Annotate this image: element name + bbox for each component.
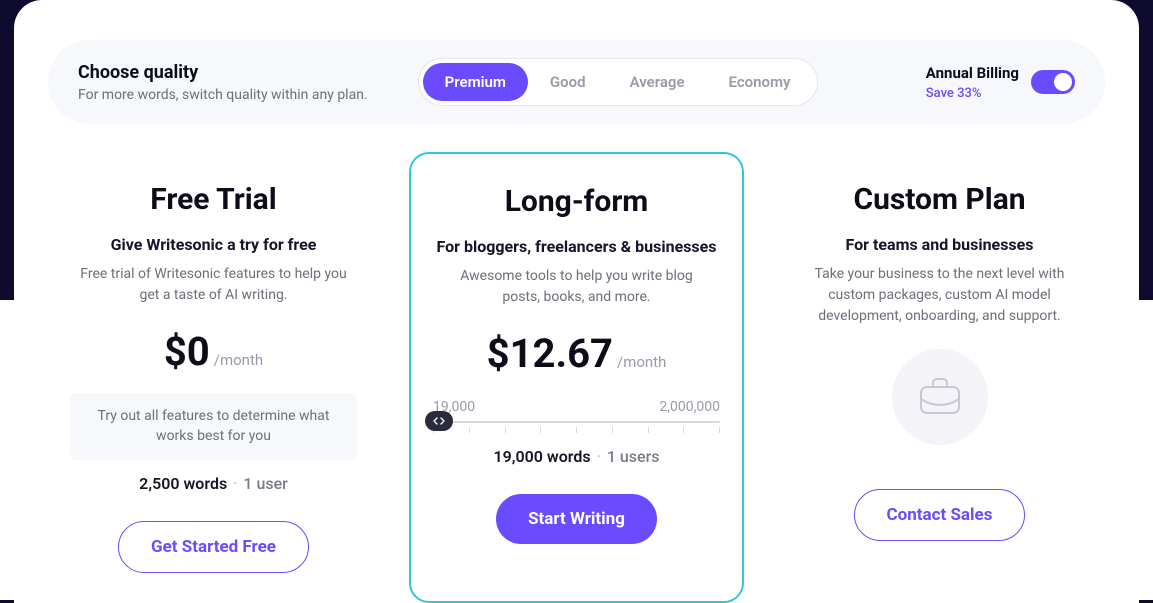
slider-max-label: 2,000,000 [659, 399, 720, 415]
quality-heading: Choose quality For more words, switch qu… [78, 62, 368, 103]
plan-free-trial: Free Trial Give Writesonic a try for fre… [48, 152, 379, 603]
plans-row: Free Trial Give Writesonic a try for fre… [48, 152, 1105, 603]
plan-desc: Free trial of Writesonic features to hel… [70, 264, 357, 306]
segment-average[interactable]: Average [608, 63, 707, 101]
plan-title: Long-form [433, 184, 720, 219]
segment-economy[interactable]: Economy [707, 63, 813, 101]
plan-meta: 19,000 words·1 users [433, 447, 720, 466]
pricing-card: Choose quality For more words, switch qu… [14, 0, 1139, 603]
get-started-free-button[interactable]: Get Started Free [118, 521, 309, 573]
start-writing-button[interactable]: Start Writing [496, 494, 657, 544]
billing-text: Annual Billing Save 33% [926, 64, 1019, 101]
slider-labels: 19,000 2,000,000 [433, 399, 720, 415]
plan-subtitle: Give Writesonic a try for free [70, 235, 357, 254]
segment-premium[interactable]: Premium [423, 63, 528, 101]
plan-long-form: Long-form For bloggers, freelancers & bu… [409, 152, 744, 603]
plan-users: 1 user [243, 474, 287, 493]
slider-ticks [433, 427, 720, 433]
plan-meta: 2,500 words·1 user [70, 474, 357, 493]
plan-desc: Awesome tools to help you write blog pos… [433, 266, 720, 308]
plan-subtitle: For bloggers, freelancers & businesses [433, 237, 720, 256]
billing-save: Save 33% [926, 86, 982, 101]
plan-note: Try out all features to determine what w… [70, 393, 357, 460]
plan-price: $12.67 [487, 330, 613, 377]
quality-title: Choose quality [78, 62, 368, 83]
billing-toggle[interactable] [1031, 70, 1075, 94]
plan-custom: Custom Plan For teams and businesses Tak… [774, 152, 1105, 603]
briefcase-icon-wrap [892, 349, 988, 445]
plan-subtitle: For teams and businesses [796, 235, 1083, 254]
briefcase-icon [918, 377, 962, 417]
plan-price-row: $0/month [70, 328, 357, 375]
slider-thumb[interactable] [425, 411, 453, 431]
word-slider: 19,000 2,000,000 [433, 399, 720, 433]
plan-title: Free Trial [70, 182, 357, 217]
plan-price-row: $12.67/month [433, 330, 720, 377]
plan-words: 19,000 words [493, 447, 590, 466]
top-bar: Choose quality For more words, switch qu… [48, 40, 1105, 124]
slider-track[interactable] [433, 421, 720, 423]
drag-handle-icon [433, 416, 445, 426]
plan-desc: Take your business to the next level wit… [796, 264, 1083, 327]
plan-title: Custom Plan [796, 182, 1083, 217]
contact-sales-button[interactable]: Contact Sales [854, 489, 1026, 541]
segment-good[interactable]: Good [528, 63, 608, 101]
plan-per: /month [617, 353, 666, 371]
billing-title: Annual Billing [926, 64, 1019, 82]
plan-users: 1 users [607, 447, 660, 466]
quality-subtitle: For more words, switch quality within an… [78, 87, 368, 103]
billing-toggle-group: Annual Billing Save 33% [926, 64, 1075, 101]
plan-words: 2,500 words [139, 474, 227, 493]
plan-price: $0 [164, 328, 210, 375]
plan-per: /month [214, 351, 263, 369]
toggle-knob [1054, 73, 1072, 91]
quality-segmented-control: Premium Good Average Economy [418, 58, 818, 106]
